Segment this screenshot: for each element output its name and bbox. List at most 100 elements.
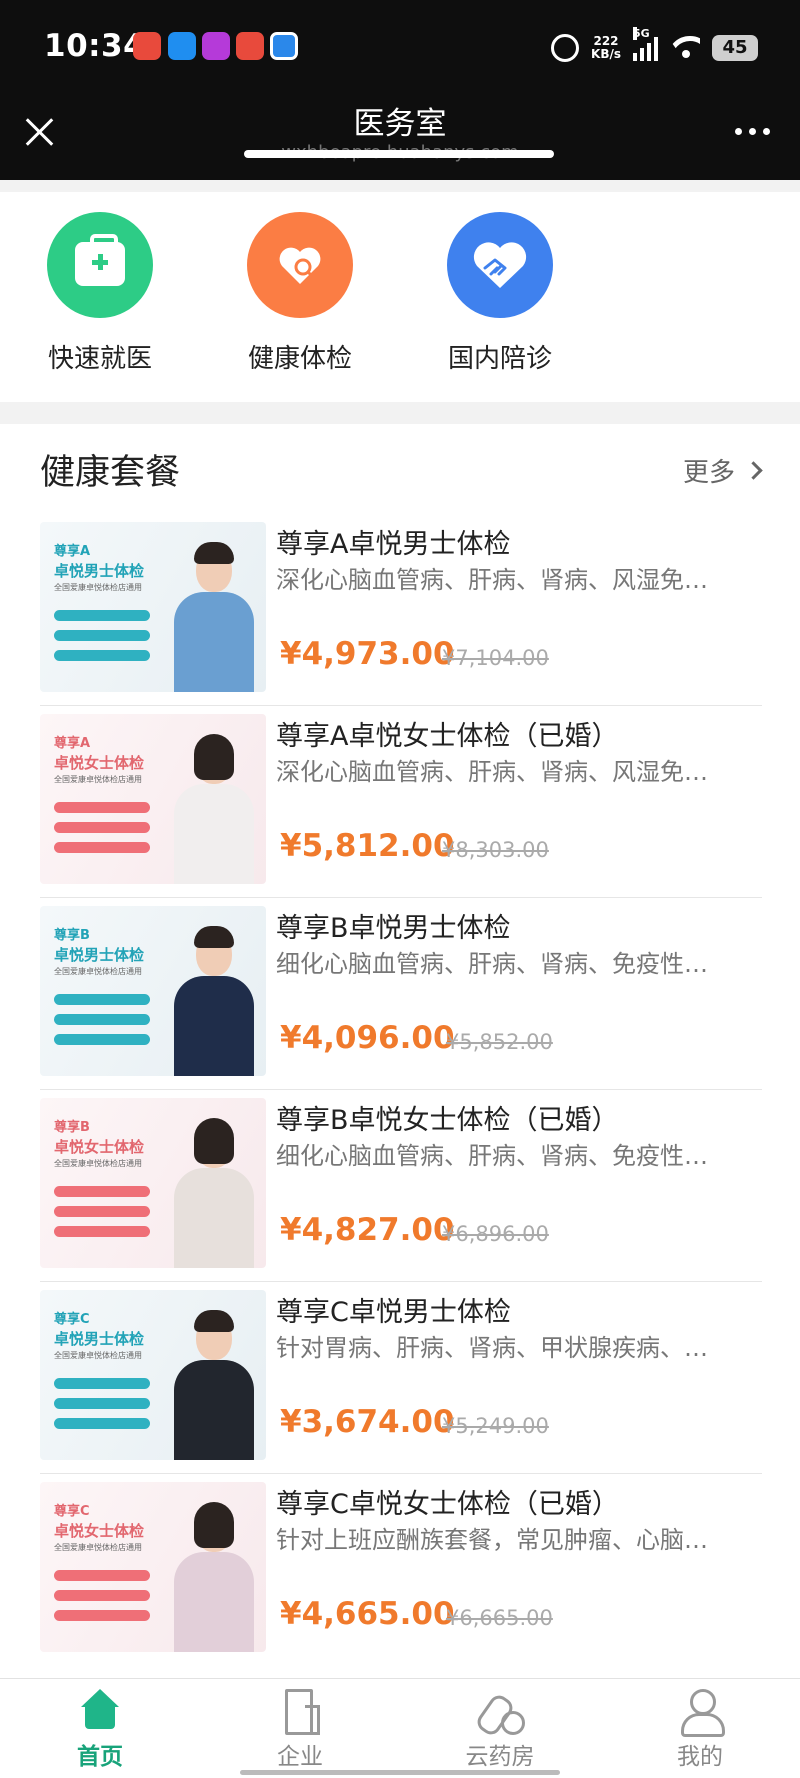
thumb-tier: 尊享A — [54, 736, 91, 751]
status-indicators: 222 KB/s 5G 45 — [551, 27, 758, 66]
page-title: 医务室 — [353, 106, 447, 142]
package-title: 尊享C卓悦男士体检 — [276, 1297, 511, 1328]
tab-label: 云药房 — [465, 1744, 535, 1770]
building-icon — [277, 1689, 323, 1735]
package-thumbnail: 尊享A 卓悦男士体检 全国爱康卓悦体检店通用 — [40, 522, 266, 692]
model-photo — [168, 1118, 260, 1268]
package-desc: 针对上班应酬族套餐，常见肿瘤、心脑… — [276, 1526, 708, 1554]
more-options-button[interactable] — [735, 128, 770, 135]
app-notification-icon — [236, 32, 264, 60]
package-thumbnail: 尊享B 卓悦女士体检 全国爱康卓悦体检店通用 — [40, 1098, 266, 1268]
service-escort[interactable]: 国内陪诊 — [420, 212, 580, 375]
thumb-sub: 全国爱康卓悦体检店通用 — [54, 1351, 142, 1360]
thumb-tier: 尊享C — [54, 1504, 90, 1519]
quick-services: 快速就医 健康体检 国内陪诊 — [0, 192, 800, 402]
package-price: ¥5,812.00 — [280, 828, 455, 864]
thumb-sub: 全国爱康卓悦体检店通用 — [54, 583, 142, 592]
package-thumbnail: 尊享C 卓悦女士体检 全国爱康卓悦体检店通用 — [40, 1482, 266, 1652]
network-type: 5G — [633, 27, 650, 40]
tab-pharmacy[interactable]: 云药房 — [440, 1689, 560, 1771]
package-item[interactable]: 尊享B 卓悦女士体检 全国爱康卓悦体检店通用 尊享B卓悦女士体检（已婚） 细化心… — [40, 1090, 762, 1282]
status-bar: 10:34 222 KB/s 5G 45 — [0, 0, 800, 96]
package-original-price: ¥7,104.00 — [442, 646, 549, 670]
thumb-tier: 尊享A — [54, 544, 91, 559]
package-list: 尊享A 卓悦男士体检 全国爱康卓悦体检店通用 尊享A卓悦男士体检 深化心脑血管病… — [40, 514, 762, 1666]
thumb-sub: 全国爱康卓悦体检店通用 — [54, 1159, 142, 1168]
package-original-price: ¥5,249.00 — [442, 1414, 549, 1438]
pill-icon — [477, 1689, 525, 1735]
top-bar: 10:34 222 KB/s 5G 45 医务室 wxhbeapre.huaha… — [0, 0, 800, 180]
package-item[interactable]: 尊享A 卓悦女士体检 全国爱康卓悦体检店通用 尊享A卓悦女士体检（已婚） 深化心… — [40, 706, 762, 898]
battery-icon: 45 — [712, 35, 758, 61]
package-original-price: ¥6,896.00 — [442, 1222, 549, 1246]
thumb-name: 卓悦男士体检 — [54, 1330, 145, 1348]
status-time: 10:34 — [44, 28, 146, 64]
section-title: 健康套餐 — [40, 453, 181, 493]
package-desc: 深化心脑血管病、肝病、肾病、风湿免… — [276, 758, 708, 786]
thumb-tier: 尊享B — [54, 1120, 90, 1135]
bottom-tab-bar: 首页 企业 云药房 我的 — [0, 1678, 800, 1778]
tab-enterprise[interactable]: 企业 — [240, 1689, 360, 1771]
tab-label: 我的 — [677, 1744, 723, 1770]
signal-icon: 5G — [633, 27, 658, 61]
package-desc: 细化心脑血管病、肝病、肾病、免疫性… — [276, 1142, 708, 1170]
package-item[interactable]: 尊享C 卓悦女士体检 全国爱康卓悦体检店通用 尊享C卓悦女士体检（已婚） 针对上… — [40, 1474, 762, 1666]
thumb-name: 卓悦男士体检 — [54, 562, 145, 580]
service-label: 快速就医 — [47, 344, 152, 374]
thumb-sub: 全国爱康卓悦体检店通用 — [54, 775, 142, 784]
model-photo — [168, 926, 260, 1076]
package-item[interactable]: 尊享B 卓悦男士体检 全国爱康卓悦体检店通用 尊享B卓悦男士体检 细化心脑血管病… — [40, 898, 762, 1090]
alarm-icon — [551, 34, 580, 62]
service-health-checkup[interactable]: 健康体检 — [220, 212, 380, 375]
package-price: ¥4,665.00 — [280, 1596, 455, 1632]
app-notification-icon — [270, 32, 298, 60]
home-icon — [77, 1689, 123, 1731]
package-title: 尊享B卓悦男士体检 — [276, 913, 511, 944]
service-quick-medical[interactable]: 快速就医 — [20, 212, 180, 375]
tab-mine[interactable]: 我的 — [640, 1689, 760, 1771]
thumb-sub: 全国爱康卓悦体检店通用 — [54, 1543, 142, 1552]
url-redaction — [244, 150, 554, 158]
user-icon — [677, 1689, 725, 1737]
more-packages-link[interactable]: 更多 — [682, 452, 763, 489]
thumb-name: 卓悦女士体检 — [54, 754, 145, 772]
service-label: 国内陪诊 — [447, 344, 552, 374]
network-speed-unit: KB/s — [591, 47, 621, 61]
tab-label: 首页 — [77, 1744, 123, 1770]
model-photo — [168, 1502, 260, 1652]
thumb-sub: 全国爱康卓悦体检店通用 — [54, 967, 142, 976]
model-photo — [168, 734, 260, 884]
package-desc: 针对胃病、肝病、肾病、甲状腺疾病、… — [276, 1334, 708, 1362]
medical-kit-icon — [47, 212, 153, 318]
package-title: 尊享A卓悦女士体检（已婚） — [276, 721, 619, 752]
wifi-icon — [670, 36, 700, 60]
package-price: ¥4,827.00 — [280, 1212, 455, 1248]
thumb-name: 卓悦女士体检 — [54, 1522, 145, 1540]
network-speed: 222 KB/s — [591, 35, 621, 61]
model-photo — [168, 1310, 260, 1460]
app-notification-icon — [202, 32, 230, 60]
package-item[interactable]: 尊享C 卓悦男士体检 全国爱康卓悦体检店通用 尊享C卓悦男士体检 针对胃病、肝病… — [40, 1282, 762, 1474]
package-title: 尊享A卓悦男士体检 — [276, 529, 511, 560]
heart-search-icon — [247, 212, 353, 318]
home-indicator[interactable] — [240, 1770, 560, 1775]
package-thumbnail: 尊享A 卓悦女士体检 全国爱康卓悦体检店通用 — [40, 714, 266, 884]
thumb-tier: 尊享C — [54, 1312, 90, 1327]
package-price: ¥4,096.00 — [280, 1020, 455, 1056]
package-title: 尊享B卓悦女士体检（已婚） — [276, 1105, 619, 1136]
app-notification-icon — [168, 32, 196, 60]
package-item[interactable]: 尊享A 卓悦男士体检 全国爱康卓悦体检店通用 尊享A卓悦男士体检 深化心脑血管病… — [40, 514, 762, 706]
app-notification-icon — [133, 32, 161, 60]
package-price: ¥4,973.00 — [280, 636, 455, 672]
chevron-right-icon — [744, 461, 763, 480]
more-label: 更多 — [682, 458, 735, 488]
tab-home[interactable]: 首页 — [40, 1689, 160, 1771]
model-photo — [168, 542, 260, 692]
package-original-price: ¥6,665.00 — [446, 1606, 553, 1630]
package-thumbnail: 尊享C 卓悦男士体检 全国爱康卓悦体检店通用 — [40, 1290, 266, 1460]
tab-label: 企业 — [277, 1744, 323, 1770]
service-label: 健康体检 — [247, 344, 352, 374]
package-original-price: ¥5,852.00 — [446, 1030, 553, 1054]
package-title: 尊享C卓悦女士体检（已婚） — [276, 1489, 619, 1520]
package-desc: 深化心脑血管病、肝病、肾病、风湿免… — [276, 566, 708, 594]
